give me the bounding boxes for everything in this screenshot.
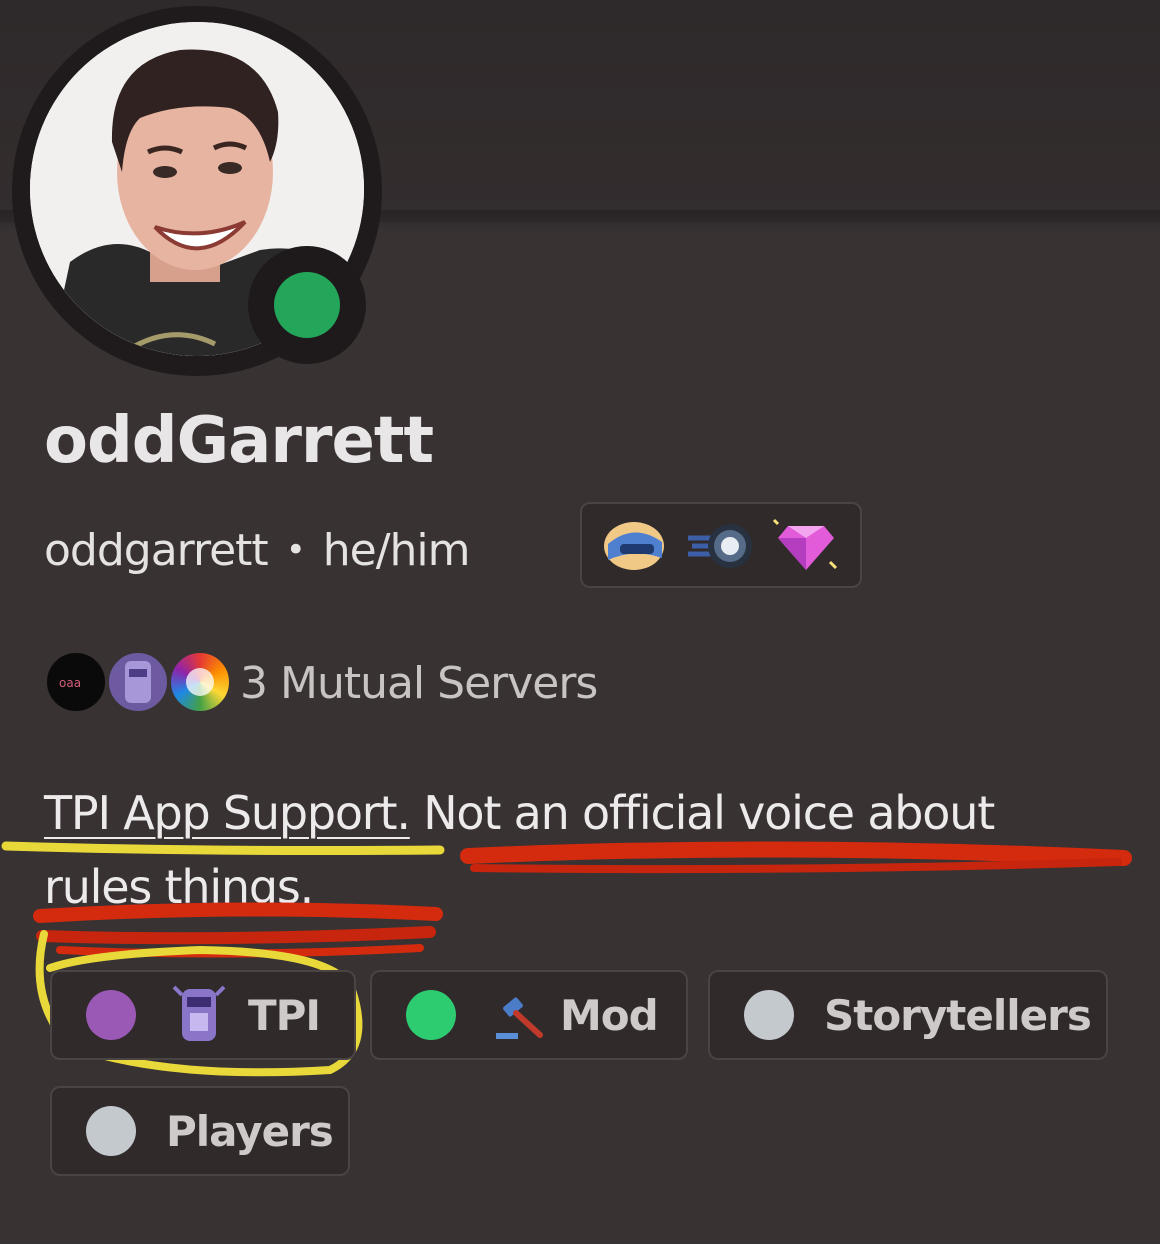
role-label: TPI [248, 990, 321, 1040]
role-chip-players[interactable]: Players [50, 1086, 350, 1176]
bio-text-line2: rules things. [44, 860, 314, 914]
role-label: Players [166, 1106, 334, 1156]
red-scribble-mark-5 [56, 944, 424, 958]
display-name: oddGarrett [44, 404, 434, 478]
separator-dot: • [285, 530, 306, 570]
badge-list [580, 502, 862, 588]
hypesquad-badge-icon[interactable] [598, 514, 672, 576]
pronouns: he/him [322, 524, 471, 576]
role-chip-mod[interactable]: Mod [370, 970, 688, 1060]
bio-text-rest: Not an official voice about [409, 786, 995, 840]
role-color-dot[interactable] [406, 990, 456, 1040]
mutual-server-icons: oaa [44, 648, 240, 718]
about-me-bio: TPI App Support. Not an official voice a… [44, 776, 1144, 924]
role-chip-storytellers[interactable]: Storytellers [708, 970, 1108, 1060]
nitro-gem-badge-icon[interactable] [770, 514, 844, 576]
svg-text:oaa: oaa [59, 676, 81, 690]
red-scribble-mark-4 [36, 926, 436, 945]
user-info-line: oddgarrett • he/him [44, 520, 471, 580]
server-icon-1: oaa [44, 650, 108, 714]
role-color-dot[interactable] [86, 990, 136, 1040]
online-status-icon [274, 272, 340, 338]
role-color-dot[interactable] [744, 990, 794, 1040]
nitro-boost-badge-icon[interactable] [684, 514, 758, 576]
server-icon-3 [168, 650, 232, 714]
mutual-servers-label: 3 Mutual Servers [240, 657, 598, 709]
username: oddgarrett [44, 524, 269, 576]
tpi-robot-emoji-icon [172, 985, 226, 1041]
gavel-emoji-icon [496, 997, 543, 1039]
role-chip-tpi[interactable]: TPI [50, 970, 356, 1060]
role-label: Mod [560, 990, 659, 1040]
role-label: Storytellers [824, 990, 1092, 1040]
role-color-dot[interactable] [86, 1106, 136, 1156]
mutual-servers[interactable]: oaa 3 Mutual Servers [44, 648, 598, 718]
server-icon-2 [106, 650, 170, 714]
bio-link-text: TPI App Support. [44, 786, 411, 840]
